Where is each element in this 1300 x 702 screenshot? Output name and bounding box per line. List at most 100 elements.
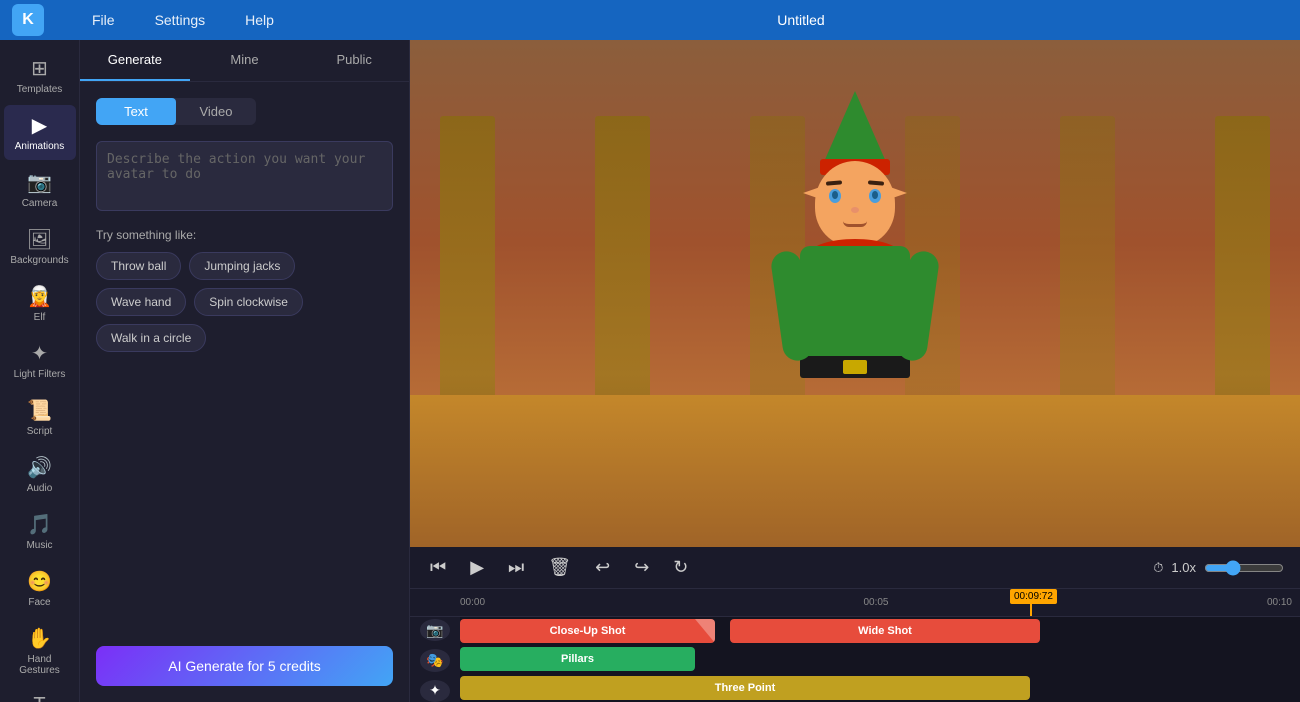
delete-button[interactable]: 🗑 <box>544 553 575 582</box>
document-title: Untitled <box>777 12 824 28</box>
lightfilters-icon: ✦ <box>31 341 48 366</box>
preview-area: ⏮ ▶ ⏭ 🗑 ↩ ↪ ↻ ⏱ 1.0x 00:00 00:05 00:10 <box>410 40 1300 702</box>
ruler-mark-1: 00:05 <box>737 597 1014 608</box>
sidebar-item-handgestures[interactable]: ✋ Hand Gestures <box>4 618 76 684</box>
backgrounds-icon: 🖼 <box>27 227 52 252</box>
sidebar-label-backgrounds: Backgrounds <box>10 255 68 266</box>
sidebar-item-music[interactable]: 🎵 Music <box>4 504 76 559</box>
tab-mine[interactable]: Mine <box>190 40 300 81</box>
track-icon-background[interactable]: 🎭 <box>420 649 450 671</box>
sidebar-label-camera: Camera <box>22 198 58 209</box>
music-icon: 🎵 <box>27 512 52 537</box>
sidebar-item-camera[interactable]: 📷 Camera <box>4 162 76 217</box>
track-icons: 📷 🎭 ✦ <box>410 617 460 702</box>
menu-settings[interactable]: Settings <box>155 12 206 28</box>
clip-wideshot[interactable]: Wide Shot <box>730 619 1040 643</box>
speed-slider[interactable] <box>1204 560 1284 576</box>
elf-belt-buckle <box>843 360 867 374</box>
chip-wave-hand[interactable]: Wave hand <box>96 288 186 316</box>
audio-icon: 🔊 <box>27 455 52 480</box>
main-area: ⊞ Templates ▶ Animations 📷 Camera 🖼 Back… <box>0 40 1300 702</box>
refresh-button[interactable]: ↻ <box>669 553 692 582</box>
script-icon: 📜 <box>27 398 52 423</box>
elf-character <box>755 91 955 471</box>
elf-ear-right <box>887 186 907 200</box>
speed-value: 1.0x <box>1171 560 1196 575</box>
elf-icon: 🧝 <box>27 284 52 309</box>
speed-control: ⏱ 1.0x <box>1153 560 1284 576</box>
camera-icon: 📷 <box>27 170 52 195</box>
sidebar: ⊞ Templates ▶ Animations 📷 Camera 🖼 Back… <box>0 40 80 702</box>
chip-throw-ball[interactable]: Throw ball <box>96 252 181 280</box>
elf-ear-left <box>803 186 823 200</box>
sidebar-label-elf: Elf <box>34 312 46 323</box>
sidebar-item-texteffects[interactable]: T Text Effects <box>4 686 76 702</box>
elf-head <box>815 161 895 246</box>
sidebar-item-elf[interactable]: 🧝 Elf <box>4 276 76 331</box>
templates-icon: ⊞ <box>31 56 48 81</box>
playback-controls: ⏮ ▶ ⏭ 🗑 ↩ ↪ ↻ ⏱ 1.0x <box>410 547 1300 589</box>
menu-file[interactable]: File <box>92 12 115 28</box>
menu-help[interactable]: Help <box>245 12 274 28</box>
clip-threepoint[interactable]: Three Point <box>460 676 1030 700</box>
timeline: ⏮ ▶ ⏭ 🗑 ↩ ↪ ↻ ⏱ 1.0x 00:00 00:05 00:10 <box>410 547 1300 702</box>
texteffects-icon: T <box>33 694 45 702</box>
sidebar-label-templates: Templates <box>17 84 63 95</box>
elf-scene <box>410 40 1300 547</box>
track-icon-camera[interactable]: 📷 <box>420 619 450 641</box>
ruler-mark-0: 00:00 <box>460 597 737 608</box>
topbar: K File Settings Help Untitled <box>0 0 1300 40</box>
animation-prompt-input[interactable] <box>96 141 393 211</box>
clip-pillars[interactable]: Pillars <box>460 647 695 671</box>
try-label: Try something like: <box>96 228 393 242</box>
sidebar-item-templates[interactable]: ⊞ Templates <box>4 48 76 103</box>
undo-button[interactable]: ↩ <box>591 553 614 582</box>
chips-row-2: Wave hand Spin clockwise <box>96 288 393 316</box>
playhead-time: 00:09:72 <box>1010 589 1057 604</box>
text-video-toggle: Text Video <box>96 98 256 125</box>
chip-spin-clockwise[interactable]: Spin clockwise <box>194 288 303 316</box>
animations-panel: Generate Mine Public Text Video Try some… <box>80 40 410 702</box>
sidebar-label-script: Script <box>27 426 53 437</box>
play-button[interactable]: ▶ <box>466 553 488 582</box>
track-row-camera: Close-Up Shot Wide Shot <box>460 619 1300 643</box>
sidebar-label-handgestures: Hand Gestures <box>8 654 72 676</box>
redo-button[interactable]: ↪ <box>630 553 653 582</box>
sidebar-label-face: Face <box>28 597 50 608</box>
sidebar-label-audio: Audio <box>27 483 53 494</box>
handgestures-icon: ✋ <box>27 626 52 651</box>
track-icon-light[interactable]: ✦ <box>420 680 450 702</box>
sidebar-item-script[interactable]: 📜 Script <box>4 390 76 445</box>
sidebar-label-lightfilters: Light Filters <box>14 369 66 380</box>
ruler-mark-2: 00:10 <box>1015 597 1300 608</box>
panel-content: Text Video Try something like: Throw bal… <box>80 82 409 646</box>
app-logo: K <box>12 4 44 36</box>
skip-to-start-button[interactable]: ⏮ <box>426 553 450 582</box>
sidebar-item-animations[interactable]: ▶ Animations <box>4 105 76 160</box>
chips-row-1: Throw ball Jumping jacks <box>96 252 393 280</box>
clip-closeup[interactable]: Close-Up Shot <box>460 619 715 643</box>
panel-tabs: Generate Mine Public <box>80 40 409 82</box>
tab-generate[interactable]: Generate <box>80 40 190 81</box>
sidebar-item-lightfilters[interactable]: ✦ Light Filters <box>4 333 76 388</box>
animations-icon: ▶ <box>32 113 47 138</box>
toggle-text[interactable]: Text <box>96 98 176 125</box>
chips-row-3: Walk in a circle <box>96 324 393 352</box>
track-row-background: Pillars <box>460 647 1300 671</box>
timeline-tracks: 📷 🎭 ✦ Close-Up Shot Wide Shot <box>410 617 1300 702</box>
sidebar-item-audio[interactable]: 🔊 Audio <box>4 447 76 502</box>
tracks-area: Close-Up Shot Wide Shot Pillars <box>460 617 1300 702</box>
sidebar-item-face[interactable]: 😊 Face <box>4 561 76 616</box>
ai-generate-button[interactable]: AI Generate for 5 credits <box>96 646 393 686</box>
chip-walk-in-circle[interactable]: Walk in a circle <box>96 324 206 352</box>
sidebar-item-backgrounds[interactable]: 🖼 Backgrounds <box>4 219 76 274</box>
video-preview <box>410 40 1300 547</box>
toggle-video[interactable]: Video <box>176 98 256 125</box>
speed-icon: ⏱ <box>1153 560 1163 576</box>
topbar-menu: File Settings Help <box>92 12 274 28</box>
timeline-ruler: 00:00 00:05 00:10 00:09:72 <box>410 589 1300 617</box>
track-row-light: Three Point <box>460 676 1300 700</box>
chip-jumping-jacks[interactable]: Jumping jacks <box>189 252 295 280</box>
tab-public[interactable]: Public <box>299 40 409 81</box>
skip-to-end-button[interactable]: ⏭ <box>504 553 528 582</box>
